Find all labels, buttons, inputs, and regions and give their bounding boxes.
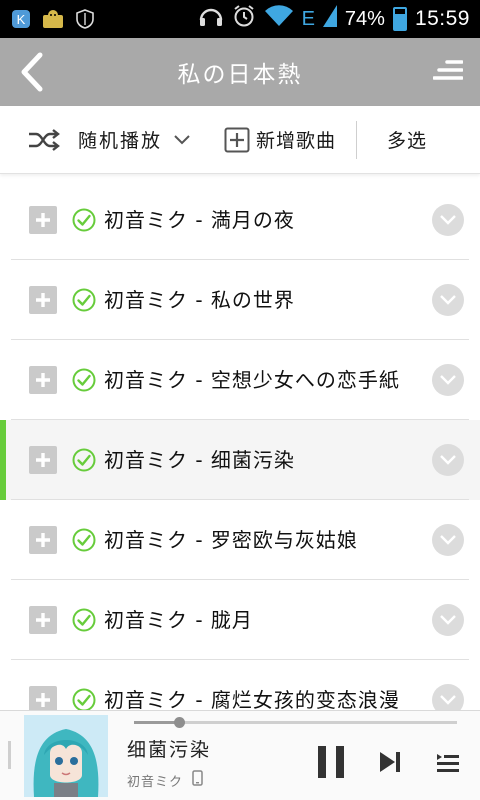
- plus-icon: [36, 213, 50, 227]
- add-box-icon: [224, 127, 250, 152]
- add-to-playlist-button[interactable]: [29, 286, 57, 314]
- alarm-icon: [232, 4, 256, 34]
- song-options-button[interactable]: [432, 604, 464, 636]
- plus-icon: [36, 373, 50, 387]
- headphones-icon: [198, 5, 224, 33]
- song-options-button[interactable]: [432, 364, 464, 396]
- plus-icon: [36, 533, 50, 547]
- song-name: 初音ミク - 空想少女への恋手紙: [104, 368, 400, 392]
- app-header: 私の日本熱: [0, 38, 480, 106]
- song-list[interactable]: 初音ミク - 満月の夜 初音ミク - 私の世界初音ミク - 空想少女への恋手紙 初音…: [0, 180, 480, 710]
- menu-button[interactable]: [416, 38, 480, 106]
- song-name: 初音ミク - 细菌污染: [104, 448, 295, 472]
- add-to-playlist-button[interactable]: [29, 206, 57, 234]
- song-name: 初音ミク - 私の世界: [104, 288, 295, 312]
- downloaded-check-icon: [72, 528, 96, 552]
- playlist-queue-button[interactable]: [437, 752, 459, 776]
- now-playing-marker: [0, 420, 6, 500]
- song-options-button[interactable]: [432, 204, 464, 236]
- signal-icon: [322, 5, 337, 33]
- chevron-down-icon: [440, 295, 456, 305]
- downloaded-check-icon: [72, 608, 96, 632]
- mini-player[interactable]: 细菌污染 初音ミク: [0, 710, 480, 800]
- add-to-playlist-button[interactable]: [29, 686, 57, 710]
- chevron-down-icon: [440, 455, 456, 465]
- chevron-down-icon: [440, 375, 456, 385]
- now-playing-title: 细菌污染: [127, 739, 212, 761]
- add-to-playlist-button[interactable]: [29, 606, 57, 634]
- network-type: E: [301, 7, 315, 30]
- song-row[interactable]: 初音ミク - 腐烂女孩的变态浪漫: [0, 660, 480, 710]
- toolbar-divider: [356, 120, 358, 159]
- add-to-playlist-button[interactable]: [29, 446, 57, 474]
- queue-list-icon: [437, 754, 459, 772]
- now-playing-artist: 初音ミク: [127, 775, 184, 790]
- downloaded-check-icon: [72, 208, 96, 232]
- chevron-down-icon: [440, 535, 456, 545]
- album-cover[interactable]: [24, 715, 108, 797]
- multi-select-button[interactable]: 多选: [387, 126, 427, 153]
- phone-icon: [192, 770, 203, 790]
- song-name: 初音ミク - 胧月: [104, 608, 253, 632]
- add-songs-button[interactable]: 新增歌曲: [224, 126, 336, 153]
- pause-icon-bar: [336, 746, 344, 778]
- shuffle-icon: [29, 128, 60, 151]
- chevron-down-icon: [174, 134, 190, 144]
- playback-progress[interactable]: [134, 717, 457, 728]
- next-track-button[interactable]: [378, 751, 402, 777]
- plus-icon: [36, 453, 50, 467]
- skip-next-icon: [380, 752, 400, 772]
- song-row[interactable]: 初音ミク - 细菌污染: [0, 420, 480, 500]
- song-row[interactable]: 初音ミク - 私の世界: [0, 260, 480, 340]
- downloaded-check-icon: [72, 288, 96, 312]
- k-app-icon: K: [10, 8, 32, 30]
- shuffle-play-button[interactable]: 随机播放: [28, 126, 190, 153]
- list-toolbar: 随机播放 新增歌曲 多选: [0, 106, 480, 174]
- song-row[interactable]: 初音ミク - 空想少女への恋手紙: [0, 340, 480, 420]
- battery-icon: [392, 7, 407, 31]
- song-name: 初音ミク - 罗密欧与灰姑娘: [104, 528, 358, 552]
- shuffle-label: 随机播放: [78, 130, 163, 152]
- add-to-playlist-button[interactable]: [29, 366, 57, 394]
- plus-icon: [36, 293, 50, 307]
- song-row[interactable]: 初音ミク - 胧月: [0, 580, 480, 660]
- plus-icon: [36, 613, 50, 627]
- pause-button[interactable]: [318, 746, 344, 778]
- monkey-app-icon: [42, 8, 64, 30]
- song-options-button[interactable]: [432, 684, 464, 710]
- song-options-button[interactable]: [432, 284, 464, 316]
- battery-percent: 74%: [344, 7, 385, 30]
- wifi-icon: [264, 5, 294, 33]
- pause-icon-bar: [318, 746, 326, 778]
- chevron-down-icon: [440, 215, 456, 225]
- downloaded-check-icon: [72, 448, 96, 472]
- song-options-button[interactable]: [432, 524, 464, 556]
- add-to-playlist-button[interactable]: [29, 526, 57, 554]
- status-bar: K E 74% 15:59: [0, 0, 480, 38]
- back-arrow-icon: [21, 52, 43, 92]
- shield-icon: [74, 8, 96, 30]
- player-grip-handle[interactable]: [8, 741, 11, 769]
- menu-icon: [433, 60, 463, 80]
- song-row[interactable]: 初音ミク - 満月の夜: [0, 180, 480, 260]
- chevron-down-icon: [440, 695, 456, 705]
- song-options-button[interactable]: [432, 444, 464, 476]
- progress-knob[interactable]: [174, 717, 186, 728]
- page-title: 私の日本熱: [177, 62, 303, 88]
- song-name: 初音ミク - 満月の夜: [104, 208, 295, 232]
- plus-icon: [36, 693, 50, 707]
- add-songs-label: 新增歌曲: [256, 130, 337, 152]
- back-button[interactable]: [0, 38, 64, 106]
- downloaded-check-icon: [72, 688, 96, 710]
- svg-text:K: K: [17, 12, 26, 27]
- clock: 15:59: [414, 7, 470, 30]
- downloaded-check-icon: [72, 368, 96, 392]
- song-name: 初音ミク - 腐烂女孩的变态浪漫: [104, 688, 400, 710]
- chevron-down-icon: [440, 615, 456, 625]
- song-row[interactable]: 初音ミク - 罗密欧与灰姑娘: [0, 500, 480, 580]
